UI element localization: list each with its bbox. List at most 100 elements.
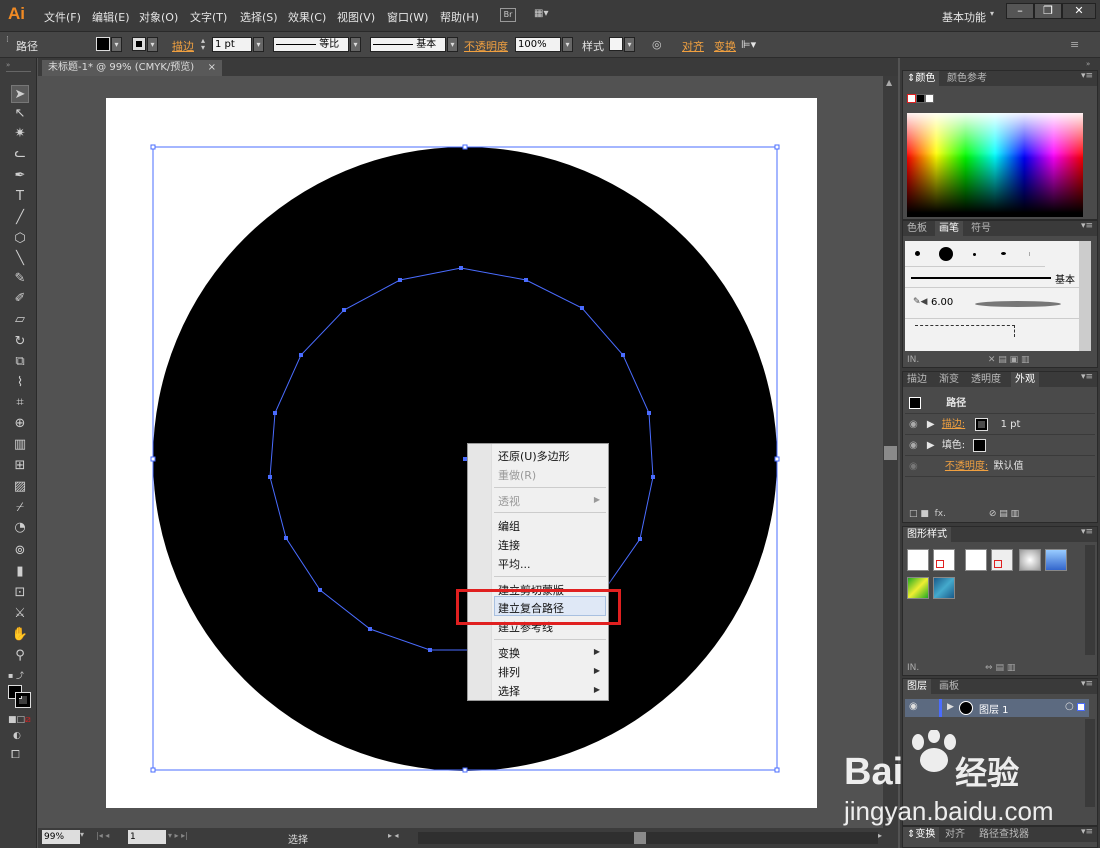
brush-dot-small[interactable] [915, 251, 920, 256]
panel-menu-icon[interactable]: ▾≡ [1081, 527, 1093, 537]
tab-graphic-styles[interactable]: 图形样式 [903, 527, 951, 542]
style-none[interactable] [933, 549, 955, 571]
brush-dot-thin[interactable] [1029, 252, 1030, 256]
stroke-attr-swatch[interactable] [975, 417, 989, 431]
appearance-footer-icons[interactable]: □ ■ fx. ⊘ ▤ ▥ [909, 509, 1019, 519]
visibility-eye-icon[interactable]: ◉ [909, 419, 918, 430]
layer-target-icon[interactable]: ○ [1065, 701, 1074, 712]
tab-align[interactable]: 对齐 [941, 827, 969, 842]
menu-item-redo[interactable]: 重做(R) [498, 467, 536, 483]
menu-item-join[interactable]: 连接 [498, 537, 520, 553]
brush-list[interactable]: 基本 ✎◀ 6.00 [905, 241, 1081, 351]
tab-color-guide[interactable]: 颜色参考 [943, 71, 991, 86]
submenu-arrow-icon: ▶ [593, 495, 600, 504]
panel-menu-icon[interactable]: ▾≡ [1081, 679, 1093, 689]
status-bar: 99% ▾ |◂ ◂ 1 ▾ ▸ ▸| 选择 ▸ ◂ ▸ [38, 828, 898, 848]
baidu-watermark: Bai 经验 jingyan.baidu.com [840, 728, 1100, 828]
style-outline[interactable] [991, 549, 1013, 571]
tab-symbols[interactable]: 符号 [967, 221, 995, 236]
menu-item-group[interactable]: 编组 [498, 518, 520, 534]
dock-collapse-icon[interactable]: » [1086, 60, 1090, 68]
style-white[interactable] [965, 549, 987, 571]
visibility-eye-icon[interactable]: ◉ [909, 440, 918, 451]
zoom-input[interactable]: 99% [42, 830, 80, 844]
appearance-opacity-row[interactable]: ◉ 不透明度: 默认值 [905, 457, 1095, 477]
style-blue-bevel[interactable] [1045, 549, 1067, 571]
tab-appearance[interactable]: 外观 [1011, 372, 1039, 387]
panel-menu-icon[interactable]: ▾≡ [1081, 372, 1093, 382]
calligraphic-brushes-row[interactable] [905, 241, 1045, 267]
stroke-attr-label[interactable]: 描边: [942, 419, 965, 430]
zoom-dropdown-icon[interactable]: ▾ [80, 830, 84, 839]
opacity-attr-label[interactable]: 不透明度: [945, 461, 988, 472]
visibility-eye-icon[interactable]: ◉ [909, 461, 918, 472]
brush-dot-tiny[interactable] [973, 253, 976, 256]
tab-transform[interactable]: ⇕变换 [903, 827, 940, 842]
style-default[interactable] [907, 549, 929, 571]
appearance-fill-row[interactable]: ◉ ▶ 填色: [905, 436, 1095, 456]
basic-brush-row[interactable]: 基本 [905, 268, 1081, 288]
art-brush-icon: ✎◀ [913, 297, 928, 307]
layer-expand-icon[interactable]: ▶ [947, 702, 954, 712]
pattern-brush-sample[interactable] [915, 325, 1015, 337]
submenu-arrow-icon: ▶ [593, 685, 600, 694]
art-brush-row[interactable]: ✎◀ 6.00 [905, 289, 1081, 319]
brush-dot-oval[interactable] [1001, 252, 1006, 255]
brush-panel-footer-icons[interactable]: IN. ✕ ▤ ▣ ▥ [907, 355, 1030, 365]
scroll-right-icon[interactable]: ▸ [878, 831, 882, 840]
tab-brushes[interactable]: 画笔 [935, 221, 963, 236]
style-soft-shadow[interactable] [1019, 549, 1041, 571]
h-scroll-thumb[interactable] [634, 832, 646, 844]
horizontal-scrollbar[interactable] [418, 832, 878, 844]
tab-color[interactable]: ⇕颜色 [903, 71, 940, 86]
fill-attr-swatch[interactable] [973, 438, 987, 452]
panel-menu-icon[interactable]: ▾≡ [1081, 221, 1093, 231]
menu-item-average[interactable]: 平均... [498, 556, 531, 572]
graphic-styles-panel: 图形样式 ▾≡ IN. ⇔ ▤ ▥ [902, 526, 1098, 676]
basic-brush-stroke [911, 277, 1051, 279]
color-panel-tabs: ⇕颜色 颜色参考 ▾≡ [903, 71, 1097, 86]
tab-layers[interactable]: 图层 [903, 679, 931, 694]
appearance-panel: 描边 渐变 透明度 外观 ▾≡ 路径 ◉ ▶ 描边: 1 pt ◉ ▶ 填色: … [902, 371, 1098, 523]
status-menu-icon[interactable]: ▸ ◂ [388, 831, 399, 840]
panel-menu-icon[interactable]: ▾≡ [1081, 71, 1093, 81]
layer-selection-indicator[interactable] [1077, 703, 1085, 711]
color-spectrum[interactable] [907, 113, 1083, 213]
appearance-stroke-row[interactable]: ◉ ▶ 描边: 1 pt [905, 415, 1095, 435]
menu-item-transform[interactable]: 变换 [498, 645, 520, 661]
watermark-url: jingyan.baidu.com [844, 796, 1054, 826]
style-blue-pattern[interactable] [933, 577, 955, 599]
tab-swatches[interactable]: 色板 [903, 221, 931, 236]
vertical-scrollbar[interactable]: ▲ ▼ [883, 76, 898, 828]
tab-pathfinder[interactable]: 路径查找器 [975, 827, 1033, 842]
appearance-title-row[interactable]: 路径 [905, 394, 1095, 414]
spectrum-black-bar[interactable] [907, 213, 1083, 217]
expand-triangle-icon[interactable]: ▶ [927, 419, 935, 430]
menu-item-perspective[interactable]: 透视 [498, 493, 520, 509]
scroll-thumb[interactable] [884, 446, 897, 460]
graphic-styles-footer-icons[interactable]: IN. ⇔ ▤ ▥ [907, 663, 1015, 673]
style-green-pattern[interactable] [907, 577, 929, 599]
scroll-up-icon[interactable]: ▲ [886, 78, 892, 87]
brush-list-scrollbar[interactable] [1079, 241, 1091, 351]
page-input[interactable]: 1 [128, 830, 166, 844]
tab-transparency[interactable]: 透明度 [967, 372, 1005, 387]
graphic-styles-scrollbar[interactable] [1085, 545, 1095, 655]
next-page-icon[interactable]: ▾ ▸ ▸| [168, 831, 188, 840]
brush-dot-large[interactable] [939, 247, 953, 261]
expand-triangle-icon[interactable]: ▶ [927, 440, 935, 451]
tab-artboards[interactable]: 画板 [935, 679, 963, 694]
menu-item-select[interactable]: 选择 [498, 683, 520, 699]
panel-menu-icon[interactable]: ▾≡ [1081, 827, 1093, 837]
layer-row[interactable]: ◉ ▶ 图层 1 ○ [905, 699, 1089, 717]
first-page-icon[interactable]: |◂ ◂ [96, 831, 109, 840]
tab-stroke[interactable]: 描边 [903, 372, 931, 387]
layer-name[interactable]: 图层 1 [979, 701, 1009, 716]
stroke-attr-value: 1 pt [1000, 419, 1021, 430]
menu-gutter [468, 444, 492, 700]
menu-item-undo[interactable]: 还原(U)多边形 [498, 448, 570, 464]
tab-gradient[interactable]: 渐变 [935, 372, 963, 387]
menu-item-arrange[interactable]: 排列 [498, 664, 520, 680]
none-white-black-swatches[interactable] [907, 93, 937, 103]
layer-visibility-eye-icon[interactable]: ◉ [909, 701, 918, 712]
